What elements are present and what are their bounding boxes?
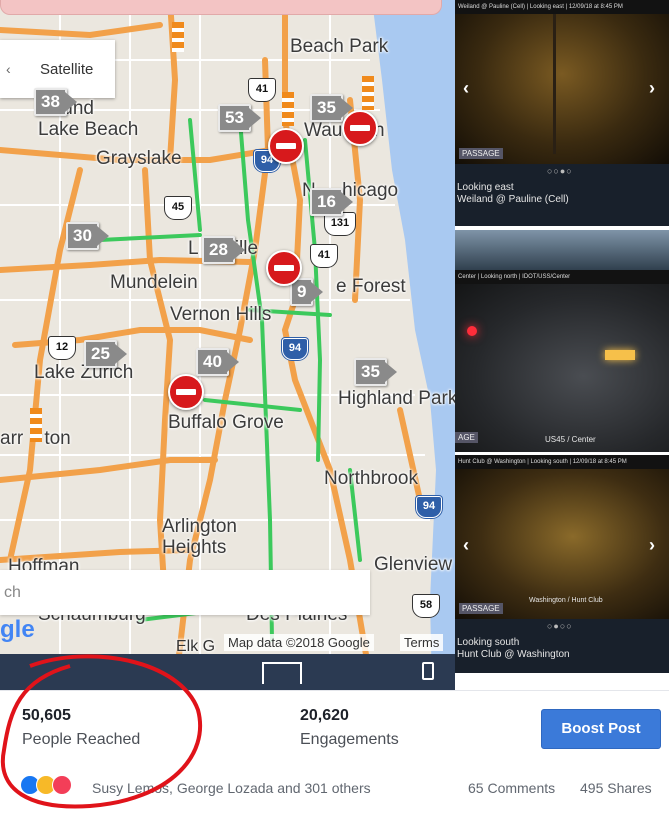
- i94-shield-mid: 94: [282, 338, 308, 360]
- camera-marker-53[interactable]: 53: [218, 104, 261, 132]
- phone-icon[interactable]: [422, 662, 434, 680]
- caption-panel: ○○●○ Looking east Weiland @ Pauline (Cel…: [455, 164, 669, 226]
- next-arrow-icon[interactable]: ›: [649, 535, 655, 556]
- route58-shield: 58: [412, 594, 440, 618]
- shares-count-link[interactable]: 495 Shares: [580, 780, 652, 796]
- camera-image: [455, 284, 669, 452]
- us45-shield: 45: [164, 196, 192, 220]
- feed-header: Weiland @ Pauline (Cell) | Looking east …: [455, 0, 669, 14]
- traffic-map[interactable]: ‹ Satellite Beach Park Round Lake Beach …: [0, 0, 455, 690]
- camera-logo: AGE: [455, 432, 478, 443]
- chevron-left-icon: ‹: [6, 61, 11, 77]
- feed-header: Hunt Club @ Washington | Looking south |…: [455, 455, 669, 469]
- feed-location: Hunt Club @ Washington: [457, 649, 570, 660]
- road-closure-icon[interactable]: [168, 374, 204, 410]
- camera-logo: PASSAGE: [459, 148, 503, 159]
- map-search-input[interactable]: ch: [0, 570, 370, 615]
- place-grayslake: Grayslake: [96, 148, 182, 169]
- camera-feed-2[interactable]: Center | Looking north | IDOT/USS/Center…: [455, 230, 669, 452]
- camera-marker-28[interactable]: 28: [202, 236, 245, 264]
- construction-icon: [282, 92, 294, 126]
- camera-logo: PASSAGE: [459, 603, 503, 614]
- place-lake-forest: e Forest: [336, 276, 406, 297]
- google-logo: gle: [0, 616, 35, 643]
- feed-location: US45 / Center: [545, 435, 596, 444]
- camera-feed-1[interactable]: Weiland @ Pauline (Cell) | Looking east …: [455, 0, 669, 226]
- map-attribution: Map data ©2018 Google: [224, 634, 374, 651]
- construction-icon: [172, 22, 184, 52]
- feed-header: Center | Looking north | IDOT/USS/Center: [455, 270, 669, 284]
- construction-icon: [362, 76, 374, 110]
- carousel-dots: ○○●○: [547, 166, 573, 176]
- i94-shield-bottom: 94: [416, 496, 442, 518]
- comments-count-link[interactable]: 65 Comments: [468, 780, 555, 796]
- place-mundelein: Mundelein: [110, 272, 198, 293]
- camera-marker-35-top[interactable]: 35: [310, 94, 353, 122]
- caption-panel: ○●○○ Looking south Hunt Club @ Washingto…: [455, 619, 669, 673]
- us41-shield-mid: 41: [310, 244, 338, 268]
- next-arrow-icon[interactable]: ›: [649, 78, 655, 99]
- camera-image-top: [455, 230, 669, 270]
- prev-arrow-icon[interactable]: ‹: [463, 78, 469, 99]
- annotation-circle: [0, 654, 202, 809]
- prev-arrow-icon[interactable]: ‹: [463, 535, 469, 556]
- engagements-value: 20,620: [300, 707, 349, 724]
- place-highland-park: Highland Park: [338, 388, 455, 409]
- satellite-label: Satellite: [40, 60, 94, 78]
- tail-light: [467, 326, 477, 336]
- place-vernon-hills: Vernon Hills: [170, 304, 272, 325]
- boost-post-button[interactable]: Boost Post: [541, 709, 661, 749]
- feed-direction: Looking south: [457, 637, 520, 648]
- street-light: [605, 350, 635, 360]
- road-closure-icon[interactable]: [266, 250, 302, 286]
- camera-image: [455, 14, 669, 164]
- feed-location: Weiland @ Pauline (Cell): [457, 194, 569, 205]
- pole: [553, 14, 556, 154]
- feed-overlay-text: Washington / Hunt Club: [529, 597, 603, 604]
- construction-icon: [30, 408, 42, 442]
- camera-marker-35-bottom[interactable]: 35: [354, 358, 397, 386]
- camera-feed-3[interactable]: Hunt Club @ Washington | Looking south |…: [455, 455, 669, 673]
- engagements-label: Engagements: [300, 731, 399, 748]
- place-beach-park: Beach Park: [290, 36, 389, 57]
- camera-marker-30[interactable]: 30: [66, 222, 109, 250]
- place-northbrook: Northbrook: [324, 468, 418, 489]
- camera-marker-40[interactable]: 40: [196, 348, 239, 376]
- us12-shield: 12: [48, 336, 76, 360]
- camera-marker-38[interactable]: 38: [34, 88, 77, 116]
- road-closure-icon[interactable]: [342, 110, 378, 146]
- feed-direction: Looking east: [457, 182, 514, 193]
- place-arlington-heights: Arlington Heights: [162, 516, 237, 558]
- map-terms-link[interactable]: Terms: [400, 634, 444, 651]
- place-buffalo-grove: Buffalo Grove: [168, 412, 284, 433]
- road-closure-icon[interactable]: [268, 128, 304, 164]
- camera-marker-16[interactable]: 16: [310, 188, 353, 216]
- us41-shield: 41: [248, 78, 276, 102]
- alert-banner-edge: [0, 0, 442, 15]
- mail-icon[interactable]: [262, 662, 302, 684]
- camera-marker-25[interactable]: 25: [84, 340, 127, 368]
- carousel-dots: ○●○○: [547, 621, 573, 631]
- place-glenview: Glenview: [374, 554, 453, 575]
